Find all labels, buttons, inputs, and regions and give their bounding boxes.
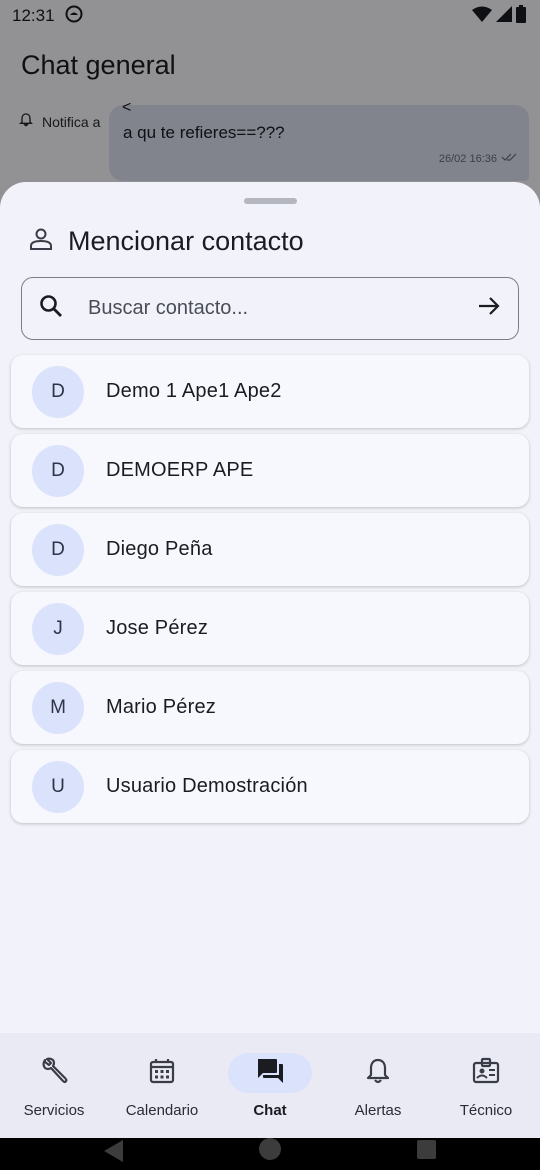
avatar: M	[32, 681, 84, 734]
chat-icon	[255, 1056, 285, 1091]
contact-item[interactable]: U Usuario Demostración	[11, 750, 529, 823]
avatar: J	[32, 602, 84, 655]
search-icon	[38, 293, 64, 324]
nav-item-chat[interactable]: Chat	[216, 1033, 324, 1138]
badge-icon	[471, 1056, 501, 1091]
nav-item-tecnico[interactable]: Técnico	[432, 1033, 540, 1138]
contact-item[interactable]: D Diego Peña	[11, 513, 529, 586]
contact-name: Mario Pérez	[106, 696, 217, 718]
contact-name: Demo 1 Ape1 Ape2	[106, 380, 282, 402]
nav-pill	[120, 1053, 204, 1093]
avatar: U	[32, 760, 84, 813]
calendar-icon	[148, 1057, 176, 1090]
nav-pill	[12, 1053, 96, 1093]
nav-item-servicios[interactable]: Servicios	[0, 1033, 108, 1138]
nav-label: Servicios	[23, 1102, 85, 1119]
bottom-navigation: Servicios Calendario Chat Alertas Técnic…	[0, 1033, 540, 1138]
contact-item[interactable]: M Mario Pérez	[11, 671, 529, 744]
system-recents-icon[interactable]	[417, 1140, 436, 1159]
sheet-title: Mencionar contacto	[68, 226, 304, 256]
nav-label: Técnico	[459, 1102, 513, 1119]
avatar: D	[32, 365, 84, 418]
wrench-icon	[39, 1056, 69, 1091]
nav-item-alertas[interactable]: Alertas	[324, 1033, 432, 1138]
system-home-icon[interactable]	[259, 1138, 281, 1160]
contact-item[interactable]: D DEMOERP APE	[11, 434, 529, 507]
person-icon	[28, 226, 54, 257]
nav-label: Calendario	[125, 1102, 199, 1119]
arrow-forward-icon[interactable]	[476, 293, 502, 324]
sheet-header: Mencionar contacto	[28, 226, 304, 257]
contact-list: D Demo 1 Ape1 Ape2 D DEMOERP APE D Diego…	[11, 355, 529, 829]
bell-icon	[364, 1057, 392, 1090]
avatar: D	[32, 444, 84, 497]
nav-pill	[336, 1053, 420, 1093]
avatar: D	[32, 523, 84, 576]
contact-name: Diego Peña	[106, 538, 213, 560]
contact-name: DEMOERP APE	[106, 459, 254, 481]
contact-item[interactable]: J Jose Pérez	[11, 592, 529, 665]
search-input[interactable]	[88, 297, 476, 320]
nav-pill	[444, 1053, 528, 1093]
nav-label: Chat	[253, 1102, 287, 1119]
contact-name: Usuario Demostración	[106, 775, 308, 797]
contact-item[interactable]: D Demo 1 Ape1 Ape2	[11, 355, 529, 428]
search-field[interactable]	[21, 277, 519, 340]
mention-contact-sheet: Mencionar contacto D Demo 1 Ape1 Ape2 D …	[0, 182, 540, 1033]
contact-name: Jose Pérez	[106, 617, 209, 639]
nav-pill-active	[228, 1053, 312, 1093]
system-back-icon[interactable]	[104, 1140, 123, 1162]
system-navigation-bar	[0, 1138, 540, 1170]
drag-handle[interactable]	[244, 198, 297, 204]
nav-label: Alertas	[354, 1102, 402, 1119]
nav-item-calendario[interactable]: Calendario	[108, 1033, 216, 1138]
